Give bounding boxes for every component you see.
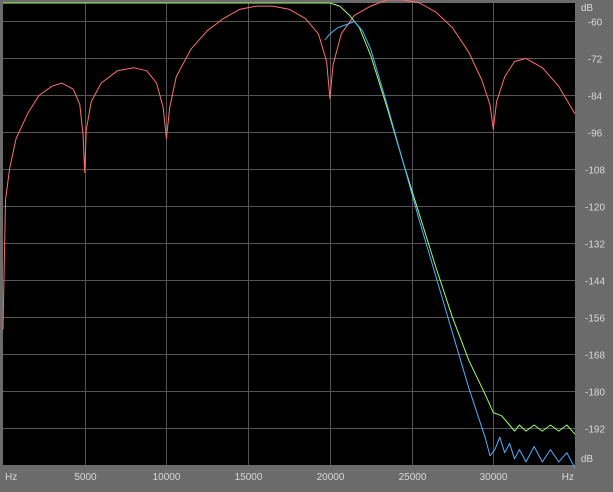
y-tick-label: -144 xyxy=(585,277,605,288)
y-tick-label: -156 xyxy=(585,314,605,325)
y-axis-unit-top: dB xyxy=(581,3,594,14)
x-tick-label: 10000 xyxy=(153,472,181,483)
y-tick-label: -132 xyxy=(585,240,605,251)
spectrum-chart: 5000 10000 15000 20000 25000 30000 -60 -72 -84 -9… xyxy=(0,0,613,487)
x-tick-label: 20000 xyxy=(317,472,345,483)
x-tick-label: 30000 xyxy=(480,472,508,483)
x-tick-label: 5000 xyxy=(74,472,97,483)
x-tick-label: 25000 xyxy=(399,472,427,483)
y-tick-label: -84 xyxy=(588,92,603,103)
y-tick-label: -180 xyxy=(585,388,605,399)
y-tick-label: -168 xyxy=(585,351,605,362)
y-tick-label: -96 xyxy=(588,129,603,140)
y-tick-label: -192 xyxy=(585,425,605,436)
x-tick-label: 15000 xyxy=(235,472,263,483)
x-axis-unit-right: Hz xyxy=(562,472,574,483)
spectrum-chart-svg: 5000 10000 15000 20000 25000 30000 -60 -72 -84 -9… xyxy=(0,0,613,487)
y-tick-label: -108 xyxy=(585,166,605,177)
plot-area xyxy=(3,3,575,465)
x-axis-unit-left: Hz xyxy=(5,472,17,483)
y-tick-label: -72 xyxy=(588,55,603,66)
y-axis-unit-bottom: dB xyxy=(581,454,594,465)
y-tick-label: -120 xyxy=(585,203,605,214)
y-tick-label: -60 xyxy=(588,18,603,29)
